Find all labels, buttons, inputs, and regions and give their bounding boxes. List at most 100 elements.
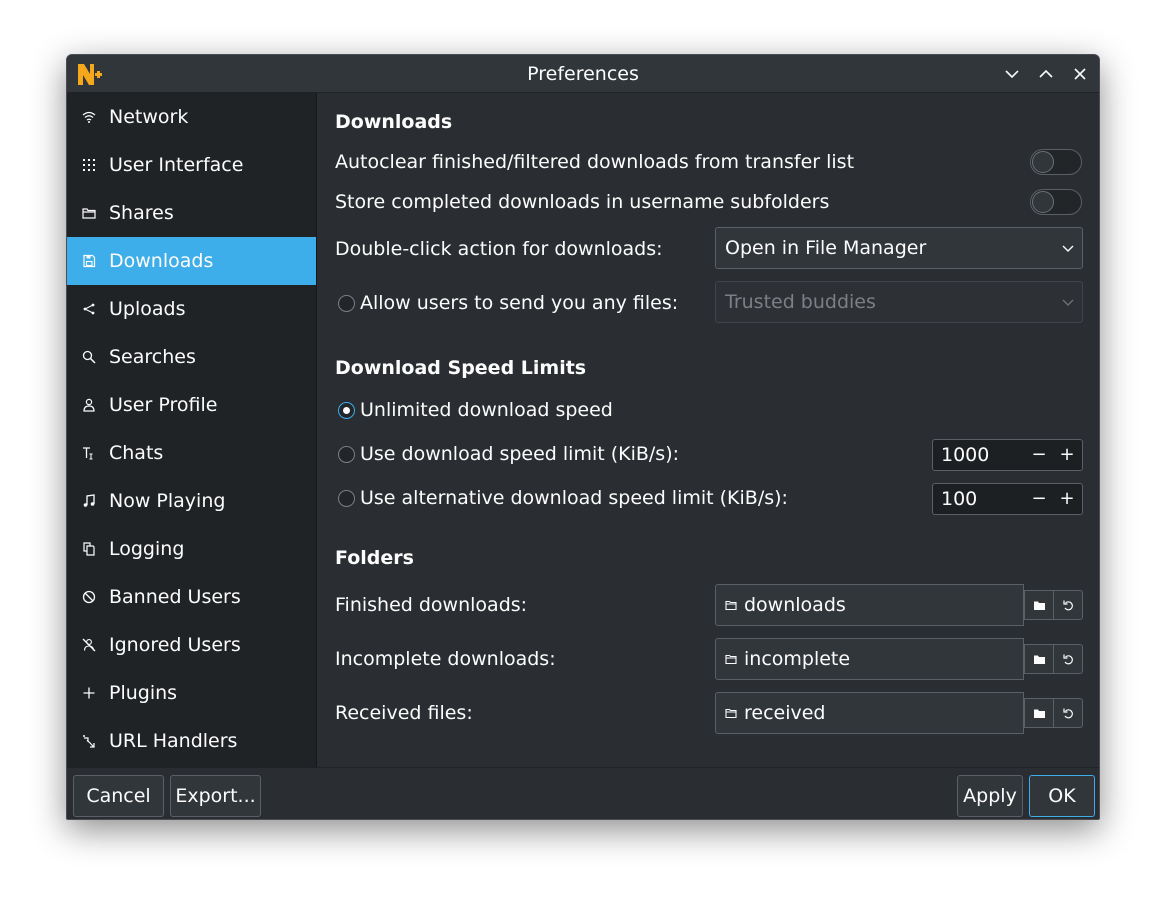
- sidebar-item-searches[interactable]: Searches: [67, 333, 316, 381]
- sidebar-item-url-handlers[interactable]: URL Handlers: [67, 717, 316, 765]
- speed-limit-spinbox[interactable]: 1000 − +: [932, 439, 1083, 471]
- minimize-button[interactable]: [1000, 62, 1024, 86]
- apply-button[interactable]: Apply: [957, 775, 1023, 817]
- block-icon: [81, 589, 97, 605]
- incomplete-downloads-folder-button[interactable]: incomplete: [715, 638, 1024, 680]
- sidebar-item-uploads[interactable]: Uploads: [67, 285, 316, 333]
- sidebar-item-user-profile[interactable]: User Profile: [67, 381, 316, 429]
- ok-button[interactable]: OK: [1029, 775, 1095, 817]
- sidebar-item-ignored-users[interactable]: Ignored Users: [67, 621, 316, 669]
- floppy-icon: [81, 253, 97, 269]
- received-files-folder-value: received: [744, 702, 826, 724]
- sidebar-item-label: Uploads: [109, 298, 186, 320]
- sidebar-item-label: Now Playing: [109, 490, 226, 512]
- close-button[interactable]: [1068, 62, 1092, 86]
- sidebar-item-logging[interactable]: Logging: [67, 525, 316, 573]
- incomplete-downloads-label: Incomplete downloads:: [335, 648, 556, 670]
- alt-speed-limit-radio[interactable]: Use alternative download speed limit (Ki…: [338, 487, 788, 509]
- link-icon: [81, 733, 97, 749]
- sidebar-item-label: Logging: [109, 538, 185, 560]
- sidebar-item-chats[interactable]: Chats: [67, 429, 316, 477]
- preferences-window: Preferences Network User Interface Share…: [66, 54, 1100, 820]
- alt-speed-limit-value: 100: [941, 488, 978, 510]
- double-click-label: Double-click action for downloads:: [335, 238, 663, 260]
- speed-section-title: Download Speed Limits: [335, 357, 587, 379]
- received-files-open-folder-button[interactable]: [1024, 698, 1054, 728]
- unlimited-speed-radio[interactable]: Unlimited download speed: [338, 399, 613, 421]
- chevron-up-icon: [1039, 69, 1053, 78]
- close-icon: [1074, 68, 1086, 80]
- sidebar-item-plugins[interactable]: Plugins: [67, 669, 316, 717]
- allow-users-radio[interactable]: Allow users to send you any files:: [338, 292, 678, 314]
- incomplete-downloads-folder-value: incomplete: [744, 648, 851, 670]
- chevron-down-icon: [1062, 245, 1074, 252]
- unlimited-speed-radio-dot[interactable]: [338, 401, 355, 419]
- share-icon: [81, 301, 97, 317]
- subfolders-label: Store completed downloads in username su…: [335, 191, 830, 213]
- plus-icon: [81, 685, 97, 701]
- search-icon: [81, 349, 97, 365]
- dialog-footer: Cancel Export... Apply OK: [67, 767, 1099, 819]
- unlimited-speed-label: Unlimited download speed: [360, 399, 613, 421]
- cancel-button[interactable]: Cancel: [73, 775, 164, 817]
- folder-icon: [725, 600, 737, 611]
- subfolders-toggle[interactable]: [1030, 189, 1082, 215]
- sidebar-item-shares[interactable]: Shares: [67, 189, 316, 237]
- sidebar-item-label: Network: [109, 106, 189, 128]
- speed-limit-increment-button[interactable]: +: [1054, 440, 1080, 470]
- sidebar-item-label: Plugins: [109, 682, 178, 704]
- speed-limit-radio[interactable]: Use download speed limit (KiB/s):: [338, 443, 679, 465]
- finished-downloads-folder-button[interactable]: downloads: [715, 584, 1024, 626]
- finished-downloads-reset-button[interactable]: [1053, 590, 1083, 620]
- alt-speed-limit-decrement-button[interactable]: −: [1026, 484, 1052, 514]
- maximize-button[interactable]: [1034, 62, 1058, 86]
- received-files-folder-button[interactable]: received: [715, 692, 1024, 734]
- allow-users-label: Allow users to send you any files:: [360, 292, 679, 314]
- title-bar: Preferences: [67, 55, 1099, 93]
- chevron-down-icon: [1062, 299, 1074, 306]
- user-icon: [81, 397, 97, 413]
- allow-users-select: Trusted buddies: [715, 281, 1083, 323]
- double-click-action-select[interactable]: Open in File Manager: [715, 227, 1083, 269]
- chevron-down-icon: [1005, 70, 1019, 79]
- speed-limit-label: Use download speed limit (KiB/s):: [360, 443, 680, 465]
- undo-icon: [1062, 600, 1073, 610]
- alt-speed-limit-spinbox[interactable]: 100 − +: [932, 483, 1083, 515]
- folder-icon: [81, 205, 97, 221]
- incomplete-downloads-reset-button[interactable]: [1053, 644, 1083, 674]
- sidebar-item-now-playing[interactable]: Now Playing: [67, 477, 316, 525]
- alt-speed-limit-radio-dot[interactable]: [338, 489, 355, 507]
- finished-downloads-open-folder-button[interactable]: [1024, 590, 1054, 620]
- grid-dots-icon: [81, 157, 97, 173]
- sidebar-item-label: User Interface: [109, 154, 244, 176]
- speed-limit-value: 1000: [941, 444, 990, 466]
- sidebar-item-user-interface[interactable]: User Interface: [67, 141, 316, 189]
- copy-document-icon: [81, 541, 97, 557]
- sidebar-item-label: User Profile: [109, 394, 218, 416]
- speed-limit-decrement-button[interactable]: −: [1026, 440, 1052, 470]
- received-files-reset-button[interactable]: [1053, 698, 1083, 728]
- folder-icon: [725, 708, 737, 719]
- double-click-action-value: Open in File Manager: [725, 237, 927, 259]
- sidebar: Network User Interface Shares Downloads …: [67, 93, 317, 767]
- autoclear-toggle[interactable]: [1030, 149, 1082, 175]
- window-title: Preferences: [527, 63, 639, 85]
- folder-icon: [725, 654, 737, 665]
- sidebar-item-downloads[interactable]: Downloads: [67, 237, 316, 285]
- folders-section-title: Folders: [335, 547, 414, 569]
- allow-users-value: Trusted buddies: [725, 291, 876, 313]
- sidebar-item-label: Shares: [109, 202, 174, 224]
- downloads-section-title: Downloads: [335, 111, 453, 133]
- music-note-icon: [81, 493, 97, 509]
- sidebar-item-network[interactable]: Network: [67, 93, 316, 141]
- undo-icon: [1062, 708, 1073, 718]
- allow-users-radio-dot[interactable]: [338, 294, 355, 312]
- folder-icon: [1033, 655, 1045, 664]
- incomplete-downloads-open-folder-button[interactable]: [1024, 644, 1054, 674]
- speed-limit-radio-dot[interactable]: [338, 445, 355, 463]
- sidebar-item-label: URL Handlers: [109, 730, 238, 752]
- finished-downloads-label: Finished downloads:: [335, 594, 528, 616]
- export-button[interactable]: Export...: [170, 775, 261, 817]
- sidebar-item-banned-users[interactable]: Banned Users: [67, 573, 316, 621]
- alt-speed-limit-increment-button[interactable]: +: [1054, 484, 1080, 514]
